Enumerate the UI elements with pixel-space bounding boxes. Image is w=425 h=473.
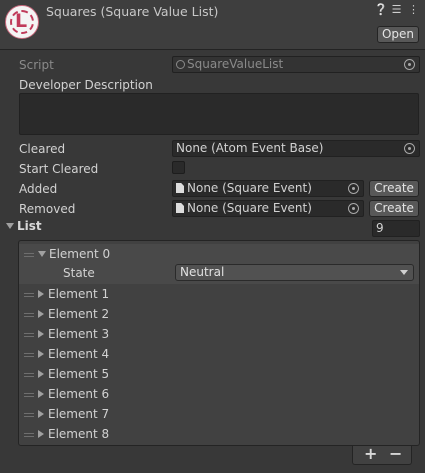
drag-handle-icon[interactable] xyxy=(24,432,34,437)
foldout-expanded-icon[interactable] xyxy=(38,251,46,257)
header-icons: ❔ ☰ ⋮ xyxy=(374,3,419,16)
removed-label: Removed xyxy=(19,202,76,216)
element-label: Element 5 xyxy=(48,367,110,381)
list-element-8[interactable]: Element 8 xyxy=(24,424,109,444)
list-element-3[interactable]: Element 3 xyxy=(24,324,109,344)
removed-create-button[interactable]: Create xyxy=(369,200,419,217)
drag-handle-icon[interactable] xyxy=(24,392,34,397)
foldout-collapsed-icon[interactable] xyxy=(38,310,44,318)
drag-handle-icon[interactable] xyxy=(24,312,34,317)
foldout-expanded-icon xyxy=(6,223,14,229)
object-title: Squares (Square Value List) xyxy=(46,4,219,19)
inspector-header: L Squares (Square Value List) ❔ ☰ ⋮ Open xyxy=(0,0,425,50)
list-foldout[interactable]: List xyxy=(6,219,42,233)
added-field[interactable]: None (Square Event) xyxy=(172,180,364,197)
state-label: State xyxy=(63,266,95,280)
object-picker-icon[interactable] xyxy=(404,59,415,70)
list-element-6[interactable]: Element 6 xyxy=(24,384,109,404)
cleared-field[interactable]: None (Atom Event Base) xyxy=(172,140,420,157)
drag-handle-icon[interactable] xyxy=(24,372,34,377)
cleared-value: None (Atom Event Base) xyxy=(176,141,324,155)
added-value: None (Square Event) xyxy=(187,181,312,195)
object-picker-icon[interactable] xyxy=(348,203,359,214)
object-picker-icon[interactable] xyxy=(348,183,359,194)
element-label: Element 7 xyxy=(48,407,110,421)
foldout-collapsed-icon[interactable] xyxy=(38,390,44,398)
foldout-collapsed-icon[interactable] xyxy=(38,370,44,378)
state-value: Neutral xyxy=(180,265,225,279)
list-footer: + − xyxy=(352,445,412,465)
document-icon xyxy=(176,203,184,213)
element-label: Element 8 xyxy=(48,427,110,441)
start-cleared-checkbox[interactable] xyxy=(172,161,185,174)
foldout-collapsed-icon[interactable] xyxy=(38,350,44,358)
script-asset-icon xyxy=(176,60,185,69)
element-label: Element 0 xyxy=(49,247,111,261)
drag-handle-icon[interactable] xyxy=(24,252,34,257)
removed-value: None (Square Event) xyxy=(187,201,312,215)
remove-element-button[interactable]: − xyxy=(389,445,402,463)
foldout-collapsed-icon[interactable] xyxy=(38,290,44,298)
drag-handle-icon[interactable] xyxy=(24,292,34,297)
foldout-collapsed-icon[interactable] xyxy=(38,410,44,418)
script-field[interactable]: SquareValueList xyxy=(172,56,420,73)
list-element-0[interactable]: Element 0 xyxy=(24,244,110,264)
add-element-button[interactable]: + xyxy=(364,445,377,463)
list-element-2[interactable]: Element 2 xyxy=(24,304,109,324)
list-element-7[interactable]: Element 7 xyxy=(24,404,109,424)
element-label: Element 1 xyxy=(48,287,110,301)
developer-description-input[interactable] xyxy=(19,93,419,135)
element-label: Element 6 xyxy=(48,387,110,401)
kebab-menu-icon[interactable]: ⋮ xyxy=(408,3,419,16)
list-size-input[interactable]: 9 xyxy=(372,220,420,237)
added-create-button[interactable]: Create xyxy=(369,180,419,197)
foldout-collapsed-icon[interactable] xyxy=(38,330,44,338)
developer-description-label: Developer Description xyxy=(19,78,153,92)
list-element-5[interactable]: Element 5 xyxy=(24,364,109,384)
start-cleared-label: Start Cleared xyxy=(19,162,99,176)
list-label: List xyxy=(17,219,42,233)
drag-handle-icon[interactable] xyxy=(24,412,34,417)
foldout-collapsed-icon[interactable] xyxy=(38,430,44,438)
element-label: Element 4 xyxy=(48,347,110,361)
object-picker-icon[interactable] xyxy=(404,143,415,154)
help-icon[interactable]: ❔ xyxy=(374,3,388,16)
list-element-4[interactable]: Element 4 xyxy=(24,344,109,364)
added-label: Added xyxy=(19,182,58,196)
script-value: SquareValueList xyxy=(187,57,284,71)
document-icon xyxy=(176,183,184,193)
script-label: Script xyxy=(19,58,54,72)
drag-handle-icon[interactable] xyxy=(24,352,34,357)
cleared-label: Cleared xyxy=(19,142,66,156)
element-label: Element 3 xyxy=(48,327,110,341)
drag-handle-icon[interactable] xyxy=(24,332,34,337)
unity-atoms-logo-icon: L xyxy=(5,5,39,39)
settings-sliders-icon[interactable]: ☰ xyxy=(391,3,402,16)
element-label: Element 2 xyxy=(48,307,110,321)
state-dropdown[interactable]: Neutral xyxy=(175,264,414,281)
open-button[interactable]: Open xyxy=(377,26,419,43)
removed-field[interactable]: None (Square Event) xyxy=(172,200,364,217)
list-element-1[interactable]: Element 1 xyxy=(24,284,109,304)
chevron-down-icon xyxy=(400,270,408,275)
